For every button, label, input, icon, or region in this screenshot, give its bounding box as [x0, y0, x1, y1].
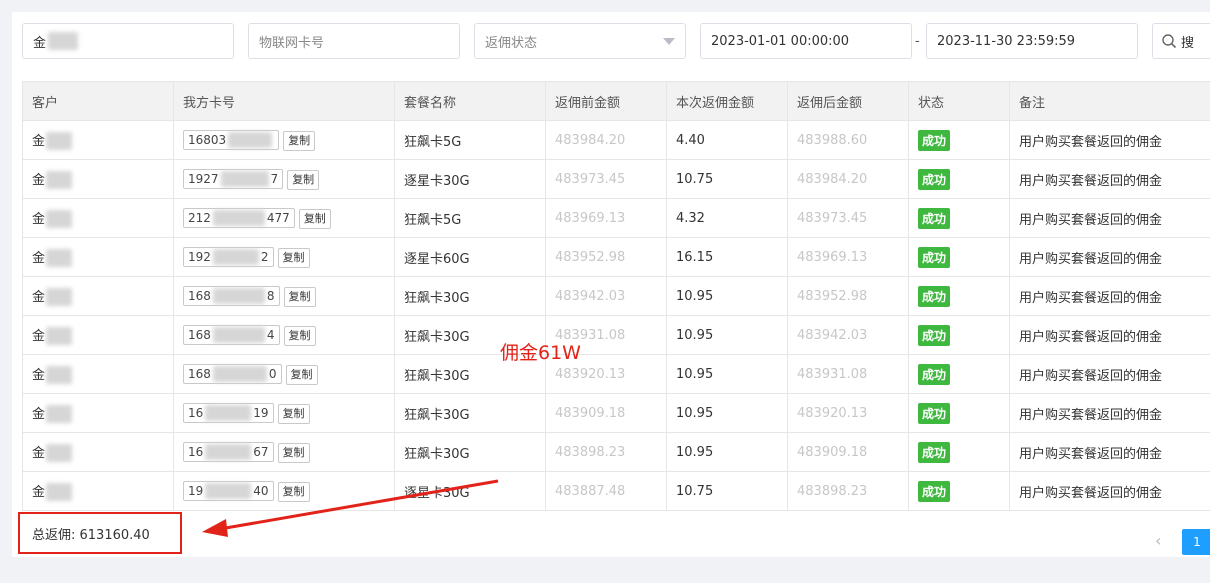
annotation-arrow-icon	[202, 479, 499, 537]
